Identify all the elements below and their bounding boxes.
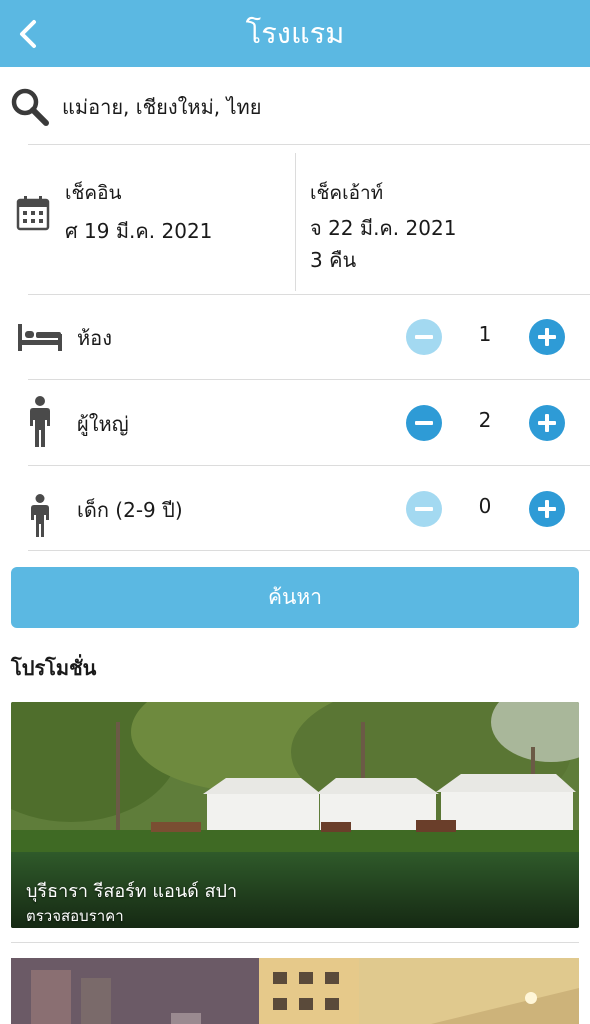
promotions-title: โปรโมชั่น <box>11 656 97 680</box>
children-plus-button[interactable] <box>529 491 565 527</box>
divider <box>28 550 590 551</box>
checkin-date[interactable]: ศ 19 มี.ค. 2021 <box>65 215 212 247</box>
rooms-minus-button[interactable] <box>406 319 442 355</box>
checkout-label: เช็คเอ้าท์ <box>310 182 384 204</box>
adults-counter: ผู้ใหญ่ 2 <box>0 380 590 465</box>
date-selector[interactable]: เช็คอิน ศ 19 มี.ค. 2021 เช็คเอ้าท์ จ 22 … <box>0 145 590 294</box>
checkin-label: เช็คอิน <box>65 182 122 204</box>
hotel-photo <box>11 958 579 1024</box>
date-divider <box>295 153 296 291</box>
children-label: เด็ก (2-9 ปี) <box>77 498 183 522</box>
children-minus-button[interactable] <box>406 491 442 527</box>
children-count: 0 <box>478 494 492 518</box>
adult-icon <box>30 396 50 447</box>
search-icon <box>11 88 49 126</box>
promo-hotel-name: บุรีธารา รีสอร์ท แอนด์ สปา <box>26 881 238 902</box>
child-icon <box>31 494 49 537</box>
nights-count: 3 คืน <box>310 248 357 272</box>
adults-label: ผู้ใหญ่ <box>77 412 129 436</box>
app-header: โรงแรม <box>0 0 590 67</box>
children-counter: เด็ก (2-9 ปี) 0 <box>0 466 590 551</box>
adults-plus-button[interactable] <box>529 405 565 441</box>
promo-card[interactable]: บุรีธารา รีสอร์ท แอนด์ สปา ตรวจสอบราคา <box>11 702 579 928</box>
rooms-counter: ห้อง 1 <box>0 294 590 379</box>
page-title: โรงแรม <box>245 16 345 50</box>
checkout-date[interactable]: จ 22 มี.ค. 2021 <box>310 212 456 244</box>
adults-count: 2 <box>478 408 492 432</box>
rooms-count: 1 <box>478 322 492 346</box>
promo-check-price: ตรวจสอบราคา <box>26 907 124 925</box>
adults-minus-button[interactable] <box>406 405 442 441</box>
divider <box>11 942 579 943</box>
bed-icon <box>18 324 62 351</box>
location-search-row[interactable]: แม่อาย, เชียงใหม่, ไทย <box>0 67 590 145</box>
promo-card[interactable] <box>11 958 579 1024</box>
calendar-icon <box>16 196 50 231</box>
rooms-label: ห้อง <box>77 326 112 350</box>
search-button[interactable]: ค้นหา <box>11 567 579 628</box>
rooms-plus-button[interactable] <box>529 319 565 355</box>
location-value: แม่อาย, เชียงใหม่, ไทย <box>62 95 262 119</box>
